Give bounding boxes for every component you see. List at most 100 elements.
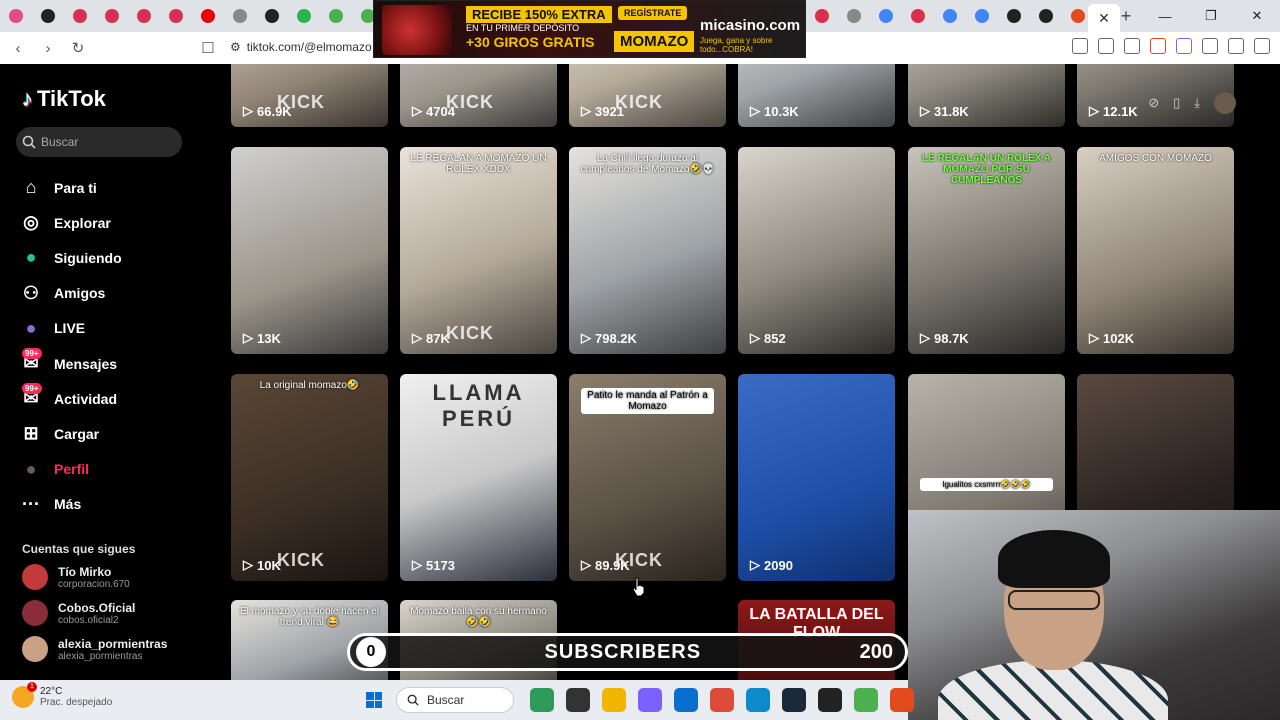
browser-tab[interactable] — [838, 0, 870, 32]
view-count: ▷ 798.2K — [581, 330, 637, 346]
play-icon: ▷ — [412, 103, 422, 118]
video-card[interactable]: La Chili llega durazo al cumpleaños de M… — [569, 147, 726, 354]
browser-tab[interactable] — [192, 0, 224, 32]
nav-item-live[interactable]: ● LIVE — [20, 311, 122, 346]
translate-icon[interactable] — [1072, 38, 1088, 54]
brave-shield-icon[interactable] — [1150, 38, 1166, 54]
video-card[interactable]: KICK ▷ 66.9K — [231, 64, 388, 127]
account-text: alexia_pormientras alexia_pormientras — [58, 637, 167, 662]
view-count-number: 87K — [426, 330, 450, 346]
view-count: ▷ 31.8K — [920, 103, 969, 119]
taskbar-search-input[interactable]: Buscar — [427, 693, 464, 707]
sidebar-icon[interactable] — [1202, 38, 1218, 54]
nav-item-explorar[interactable]: ◎ Explorar — [20, 205, 122, 240]
browser-tab[interactable] — [806, 0, 838, 32]
brave-icon[interactable] — [890, 688, 914, 712]
restore-icon[interactable]: ❐ — [1188, 0, 1234, 32]
windows-start-icon[interactable] — [366, 692, 382, 708]
phone-icon[interactable]: ▯ — [1173, 95, 1180, 111]
browser-tab[interactable] — [96, 0, 128, 32]
search-box[interactable]: Buscar — [16, 127, 182, 157]
video-card[interactable]: ▷ 10.3K — [738, 64, 895, 127]
minimize-icon[interactable]: — — [1142, 0, 1188, 32]
window-close-icon[interactable]: ✕ — [1234, 0, 1280, 32]
casino-ad-banner[interactable]: RECIBE 150% EXTRA EN TU PRIMER DEPÓSITO … — [373, 0, 806, 58]
play-icon: ▷ — [412, 330, 422, 345]
browser-tab[interactable] — [64, 0, 96, 32]
search-input[interactable]: Buscar — [41, 135, 78, 149]
browser-tab[interactable] — [902, 0, 934, 32]
browser-tab[interactable] — [870, 0, 902, 32]
folder-icon[interactable] — [602, 688, 626, 712]
browser-tab[interactable] — [128, 0, 160, 32]
video-card[interactable]: ▷ 2090 — [738, 374, 895, 581]
nav-item-cargar[interactable]: ⊞ Cargar — [20, 416, 122, 451]
view-count-number: 852 — [764, 330, 786, 346]
nav-item-label: LIVE — [54, 320, 86, 337]
tiktok-logo[interactable]: ♪ TikTok — [22, 86, 106, 112]
avatar — [22, 636, 48, 662]
store-icon[interactable] — [674, 688, 698, 712]
following-account[interactable]: Tío Mirko corporacion.670 — [22, 564, 130, 590]
nav-item-actividad[interactable]: ✉ 99+ Actividad — [20, 381, 122, 416]
video-card[interactable]: Patito le manda al Patrón a Momazo KICK ▷ 8… — [569, 374, 726, 581]
site-info-icon[interactable]: ⚙ — [230, 40, 241, 54]
ad-register-button[interactable]: REGÍSTRATE — [618, 6, 688, 20]
video-card[interactable]: La original momazo🤣 KICK ▷ 10K — [231, 374, 388, 581]
user-avatar[interactable] — [1214, 92, 1236, 114]
video-card[interactable]: KICK ▷ 3921 — [569, 64, 726, 127]
browser-tab[interactable] — [32, 0, 64, 32]
cast-icon[interactable] — [1098, 38, 1114, 54]
video-card[interactable]: ▷ 31.8K — [908, 64, 1065, 127]
terminal-icon[interactable] — [566, 688, 590, 712]
back-icon[interactable]: ‹ — [6, 40, 30, 57]
video-card[interactable]: LLAMA PERÚ ▷ 5173 — [400, 374, 557, 581]
browser-tab[interactable] — [998, 0, 1030, 32]
nav-item-siguiendo[interactable]: ● Siguiendo — [20, 240, 122, 275]
nav-item-para-ti[interactable]: ⌂ Para ti — [20, 170, 122, 205]
chrome-alt-icon[interactable] — [854, 688, 878, 712]
rewards-icon[interactable] — [1176, 38, 1192, 54]
browser-tab[interactable] — [256, 0, 288, 32]
browser-tab[interactable] — [320, 0, 352, 32]
video-card[interactable]: LE REGALAN UN ROLEX A MOMAZO POR SU CUMP… — [908, 147, 1065, 354]
reload-icon[interactable]: ↻ — [66, 39, 90, 57]
url-field[interactable]: ⚙ tiktok.com/@elmomazo — [230, 40, 372, 54]
plus-icon[interactable]: + — [1112, 6, 1140, 27]
bookmark-icon[interactable]: ☐ — [196, 39, 220, 57]
video-card[interactable]: ▷ 852 — [738, 147, 895, 354]
menu-icon[interactable] — [1254, 38, 1270, 54]
wallet-icon[interactable] — [1228, 38, 1244, 54]
nav-item-amigos[interactable]: ⚇ Amigos — [20, 276, 122, 311]
obs-icon[interactable] — [818, 688, 842, 712]
browser-tab[interactable] — [1030, 0, 1062, 32]
copilot-icon[interactable] — [638, 688, 662, 712]
account-handle: alexia_pormientras — [58, 650, 143, 662]
browser-tab[interactable] — [288, 0, 320, 32]
browser-tab[interactable] — [160, 0, 192, 32]
video-card[interactable]: LE REGALAN A MOMAZO UN ROLEX XDDX KICK ▷ 87… — [400, 147, 557, 354]
browser-tab[interactable] — [934, 0, 966, 32]
video-card[interactable]: AMIGOS CON MOMAZO ▷ 102K — [1077, 147, 1234, 354]
weather-widget[interactable]: 1 22°C Prac. despejado — [12, 682, 112, 708]
forward-icon[interactable]: › — [36, 40, 60, 57]
nav-item-mensajes[interactable]: ✉ 99+ Mensajes — [20, 346, 122, 381]
browser-tab[interactable] — [966, 0, 998, 32]
following-account[interactable]: Cobos.Oficial cobos.oficial2 — [22, 600, 135, 626]
nav-item-perfil[interactable]: ● Perfil — [20, 452, 122, 487]
nav-item-más[interactable]: ··· Más — [20, 487, 122, 522]
following-account[interactable]: alexia_pormientras alexia_pormientras — [22, 636, 167, 662]
video-card[interactable]: ▷ 13K — [231, 147, 388, 354]
download-icon[interactable]: ⤓ — [1194, 95, 1200, 111]
share-icon[interactable] — [1124, 38, 1140, 54]
taskbar-search[interactable]: Buscar — [396, 687, 514, 713]
browser-tab[interactable] — [0, 0, 32, 32]
video-card[interactable]: KICK ▷ 4704 — [400, 64, 557, 127]
steam-icon[interactable] — [782, 688, 806, 712]
chrome-icon[interactable] — [710, 688, 734, 712]
upload-video-icon[interactable]: ⊘ — [1148, 95, 1159, 111]
browser-tab[interactable] — [224, 0, 256, 32]
view-count: ▷ 66.9K — [243, 103, 292, 119]
edge-icon[interactable] — [746, 688, 770, 712]
ecosystem-app-icon[interactable] — [530, 688, 554, 712]
